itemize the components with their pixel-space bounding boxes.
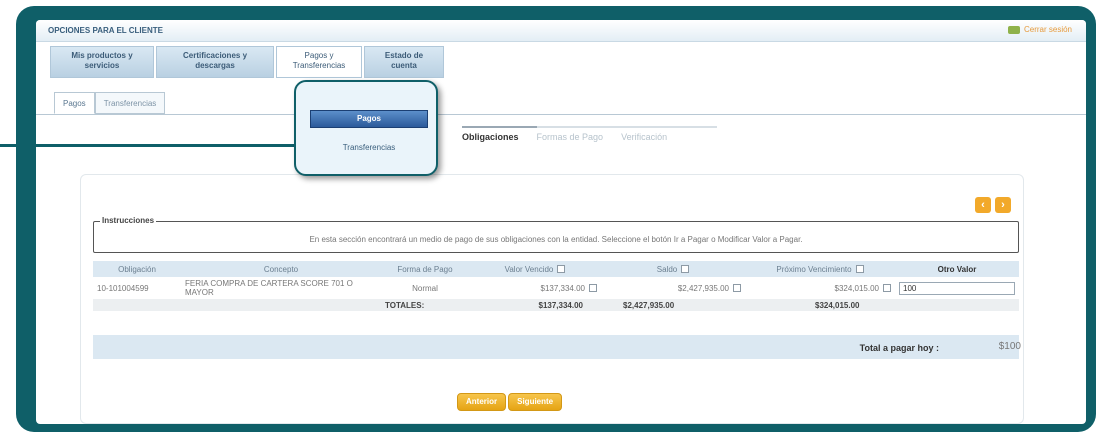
- proximo-checkbox[interactable]: [883, 284, 891, 293]
- proximo-value: $324,015.00: [834, 283, 880, 293]
- col-proximo-vencimiento: Próximo Vencimiento: [745, 265, 895, 274]
- step-obligaciones: Obligaciones: [462, 126, 558, 142]
- step-verificacion: Verificación: [621, 126, 718, 142]
- step-formas-pago: Formas de Pago: [536, 126, 632, 142]
- col-obligacion: Obligación: [118, 264, 156, 274]
- total-pagar-bar: Total a pagar hoy : $100: [93, 335, 1021, 359]
- menu-estado-cuenta[interactable]: Estado de cuenta: [364, 46, 444, 78]
- cell-proximo-vencimiento: $324,015.00: [745, 284, 895, 293]
- total-valor-vencido: $137,334.00: [538, 300, 584, 310]
- top-bar: OPCIONES PARA EL CLIENTE Cerrar sesión: [36, 20, 1086, 42]
- menu-pagos-transferencias[interactable]: Pagos y Transferencias: [276, 46, 362, 78]
- logout-icon: [1007, 25, 1020, 34]
- menu-certificaciones[interactable]: Certificaciones y descargas: [156, 46, 274, 78]
- instructions-text: En esta sección encontrará un medio de p…: [309, 235, 803, 244]
- valor-vencido-all-checkbox[interactable]: [557, 265, 566, 274]
- pagos-dropdown-menu: Pagos Transferencias: [294, 80, 438, 176]
- logout-label: Cerrar sesión: [1023, 25, 1072, 34]
- wizard-steps: Obligaciones Formas de Pago Verificación: [462, 126, 718, 142]
- subtabs: Pagos Transferencias: [54, 92, 166, 114]
- app-screen: OPCIONES PARA EL CLIENTE Cerrar sesión M…: [36, 20, 1086, 424]
- dropdown-item-transferencias[interactable]: Transferencias: [310, 140, 428, 156]
- proximo-all-checkbox[interactable]: [855, 265, 864, 274]
- subtab-transferencias[interactable]: Transferencias: [94, 92, 166, 114]
- cell-otro-valor: [895, 281, 1019, 295]
- wizard-actions: Anterior Siguiente: [457, 393, 563, 411]
- section-title: OPCIONES PARA EL CLIENTE: [48, 26, 163, 35]
- dropdown-item-pagos[interactable]: Pagos: [310, 110, 428, 128]
- nav-arrows: ‹ ›: [975, 197, 1011, 213]
- col-valor-vencido: Valor Vencido: [469, 265, 601, 274]
- cell-forma-pago: Normal: [412, 283, 438, 293]
- menu-mis-productos[interactable]: Mis productos y servicios: [50, 46, 154, 78]
- col-forma-pago: Forma de Pago: [397, 264, 453, 274]
- subtab-divider: [36, 114, 1086, 115]
- saldo-value: $2,427,935.00: [677, 283, 729, 293]
- table-header: Obligación Concepto Forma de Pago Valor …: [93, 261, 1019, 277]
- saldo-all-checkbox[interactable]: [681, 265, 690, 274]
- obligaciones-panel: ‹ › Instrucciones En esta sección encont…: [80, 174, 1024, 424]
- col-valor-vencido-label: Valor Vencido: [504, 264, 554, 274]
- anterior-button[interactable]: Anterior: [457, 393, 507, 411]
- siguiente-button[interactable]: Siguiente: [508, 393, 563, 411]
- logout-link[interactable]: Cerrar sesión: [1007, 25, 1072, 34]
- totals-row: TOTALES: $137,334.00 $2,427,935.00 $324,…: [93, 299, 1019, 311]
- callout-pointer: [0, 144, 300, 147]
- col-concepto: Concepto: [263, 264, 299, 274]
- instructions-legend: Instrucciones: [100, 216, 157, 225]
- obligaciones-table: Obligación Concepto Forma de Pago Valor …: [93, 261, 1019, 311]
- cell-obligacion: 10-101004599: [97, 283, 149, 293]
- arrow-right-icon[interactable]: ›: [995, 197, 1011, 213]
- table-row: 10-101004599 FERIA COMPRA DE CARTERA SCO…: [93, 277, 1019, 299]
- valor-vencido-value: $137,334.00: [540, 283, 586, 293]
- main-menu: Mis productos y servicios Certificacione…: [50, 46, 444, 80]
- saldo-checkbox[interactable]: [733, 284, 741, 293]
- subtab-pagos[interactable]: Pagos: [54, 92, 95, 114]
- valor-vencido-checkbox[interactable]: [589, 284, 597, 293]
- col-saldo-label: Saldo: [656, 264, 678, 274]
- totals-label: TOTALES:: [385, 300, 425, 310]
- col-saldo: Saldo: [601, 265, 745, 274]
- col-otro-valor: Otro Valor: [937, 264, 977, 274]
- otro-valor-input[interactable]: [899, 281, 1015, 295]
- col-proximo-label: Próximo Vencimiento: [776, 264, 852, 274]
- arrow-left-icon[interactable]: ‹: [975, 197, 991, 213]
- instructions-box: Instrucciones En esta sección encontrará…: [93, 216, 1019, 253]
- cell-saldo: $2,427,935.00: [601, 284, 745, 293]
- total-pagar-label: Total a pagar hoy :: [859, 343, 939, 353]
- total-pagar-value: $100: [998, 341, 1021, 352]
- total-saldo: $2,427,935.00: [623, 300, 675, 310]
- total-proximo: $324,015.00: [815, 300, 860, 310]
- cell-concepto: FERIA COMPRA DE CARTERA SCORE 701 O MAYO…: [185, 279, 353, 297]
- cell-valor-vencido: $137,334.00: [469, 284, 601, 293]
